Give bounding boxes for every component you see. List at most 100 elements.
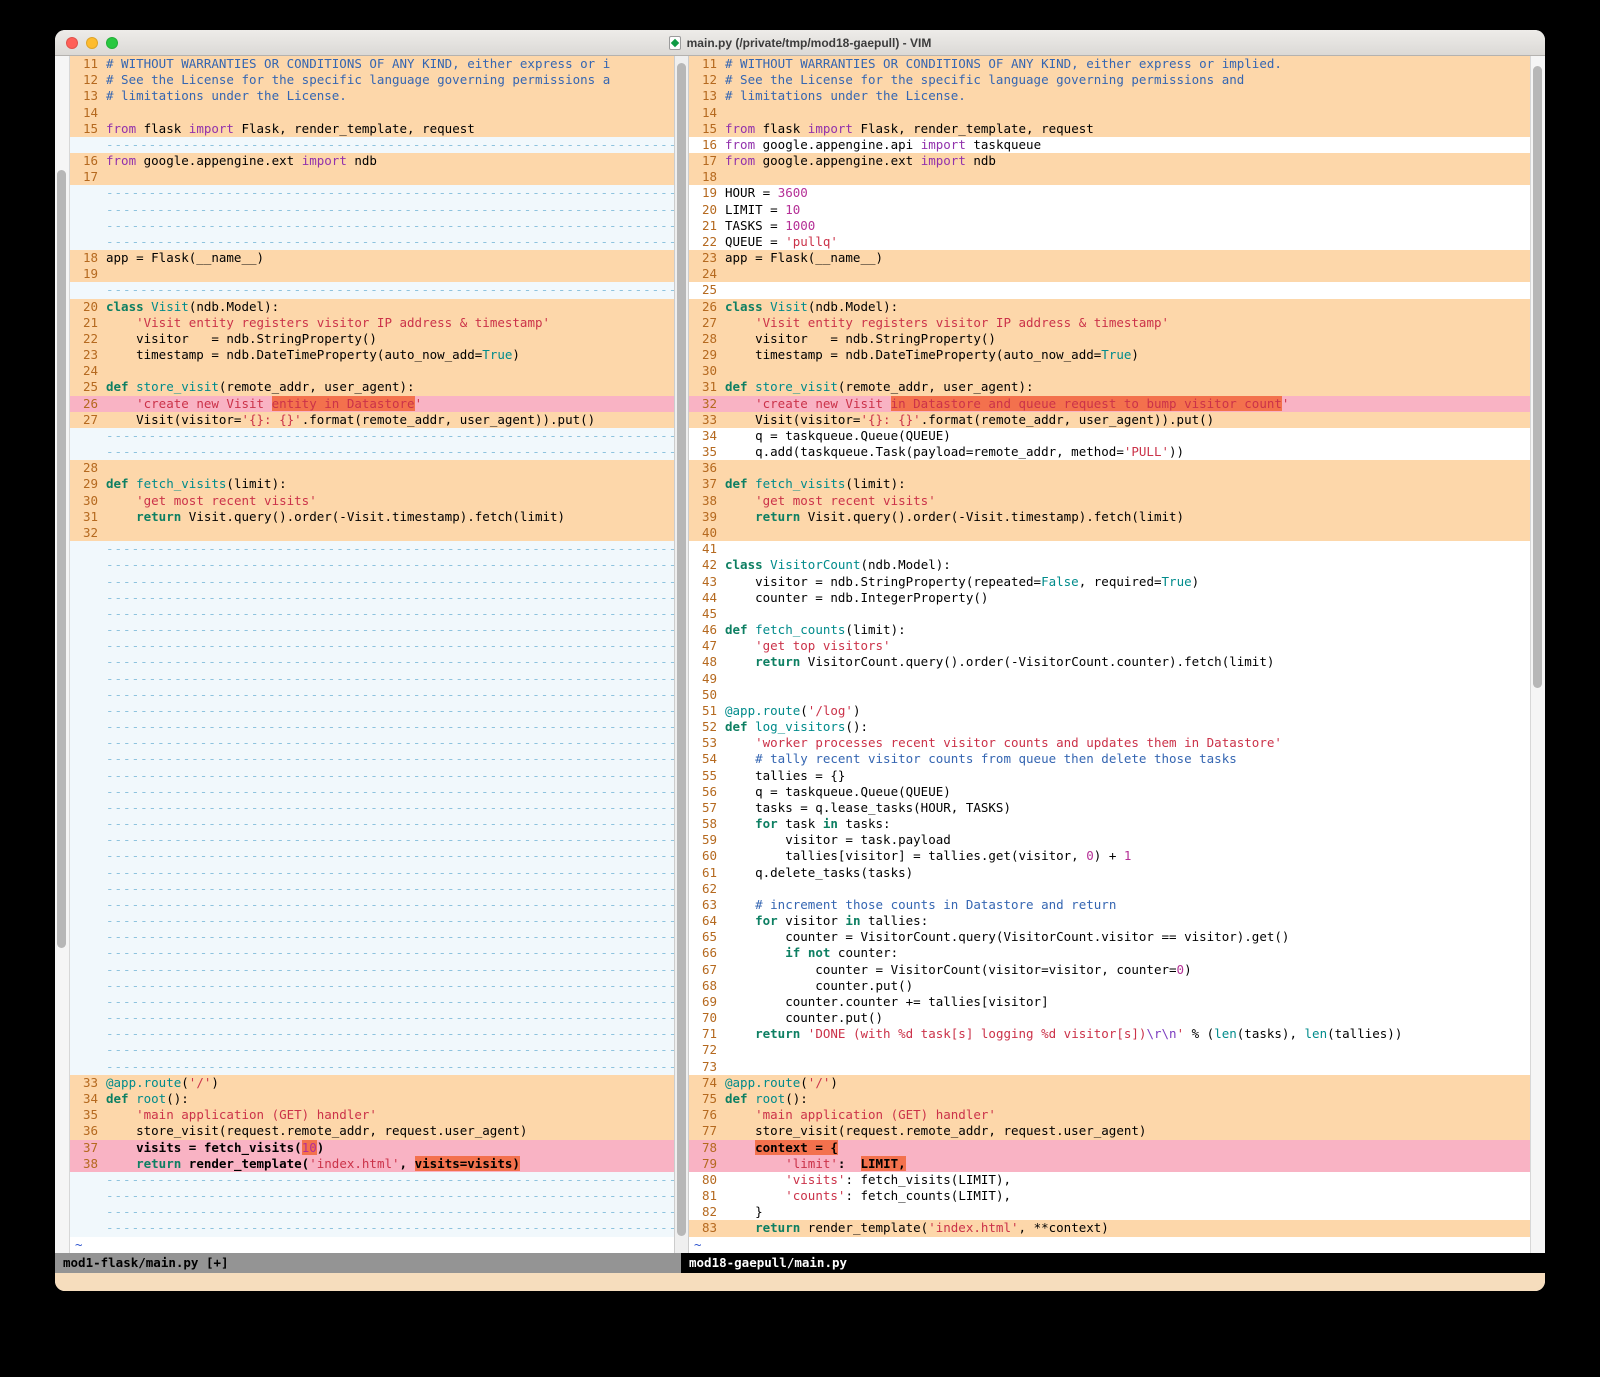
right-pane-scrollbar[interactable] — [1530, 56, 1545, 1253]
line-number — [70, 1010, 106, 1026]
line-number: 55 — [689, 768, 725, 784]
code-line: 31 return Visit.query().order(-Visit.tim… — [70, 509, 674, 525]
diff-filler-row: ----------------------------------------… — [70, 962, 674, 978]
scrollbar-thumb[interactable] — [57, 170, 66, 948]
code-line: 14 — [689, 105, 1530, 121]
line-number: 25 — [70, 379, 106, 395]
line-number: 19 — [70, 266, 106, 282]
diff-filler-row: ----------------------------------------… — [70, 719, 674, 735]
split-divider-scrollbar[interactable] — [674, 56, 689, 1253]
code-line: 50 — [689, 687, 1530, 703]
line-number — [70, 202, 106, 218]
line-number — [70, 784, 106, 800]
code-line: 71 return 'DONE (with %d task[s] logging… — [689, 1026, 1530, 1042]
code-line: 57 tasks = q.lease_tasks(HOUR, TASKS) — [689, 800, 1530, 816]
line-number — [70, 945, 106, 961]
line-number: 36 — [689, 460, 725, 476]
close-button[interactable] — [66, 37, 78, 49]
line-number: 46 — [689, 622, 725, 638]
diff-filler-row: ----------------------------------------… — [70, 606, 674, 622]
line-number: 62 — [689, 881, 725, 897]
document-proxy-icon — [669, 36, 681, 50]
line-number: 72 — [689, 1042, 725, 1058]
line-number — [70, 218, 106, 234]
line-number: 18 — [70, 250, 106, 266]
left-pane-rows[interactable]: 11# WITHOUT WARRANTIES OR CONDITIONS OF … — [70, 56, 674, 1253]
code-line: 75def root(): — [689, 1091, 1530, 1107]
diff-filler-row: ----------------------------------------… — [70, 929, 674, 945]
line-number: 17 — [70, 169, 106, 185]
right-editor-pane[interactable]: 11# WITHOUT WARRANTIES OR CONDITIONS OF … — [689, 56, 1530, 1253]
diff-filler-row: ----------------------------------------… — [70, 865, 674, 881]
zoom-button[interactable] — [106, 37, 118, 49]
line-number — [70, 978, 106, 994]
code-line: 35 q.add(taskqueue.Task(payload=remote_a… — [689, 444, 1530, 460]
code-line: 21TASKS = 1000 — [689, 218, 1530, 234]
diff-filler-row: ----------------------------------------… — [70, 541, 674, 557]
left-editor-pane[interactable]: 11# WITHOUT WARRANTIES OR CONDITIONS OF … — [70, 56, 674, 1253]
code-line: 25def store_visit(remote_addr, user_agen… — [70, 379, 674, 395]
line-number: 78 — [689, 1140, 725, 1156]
diff-filler-row: ----------------------------------------… — [70, 1204, 674, 1220]
line-number: 81 — [689, 1188, 725, 1204]
code-line: 69 counter.counter += tallies[visitor] — [689, 994, 1530, 1010]
diff-filler-row: ----------------------------------------… — [70, 428, 674, 444]
line-number — [70, 703, 106, 719]
line-number: 39 — [689, 509, 725, 525]
line-number — [70, 574, 106, 590]
scrollbar-thumb[interactable] — [1533, 66, 1542, 688]
code-line: 19 — [70, 266, 674, 282]
line-number: 52 — [689, 719, 725, 735]
diff-filler-row: ----------------------------------------… — [70, 1188, 674, 1204]
code-line: 35 'main application (GET) handler' — [70, 1107, 674, 1123]
left-pane-scrollbar[interactable] — [55, 56, 70, 1253]
statusline-active: mod18-gaepull/main.py — [681, 1253, 1545, 1273]
window-title: main.py (/private/tmp/mod18-gaepull) - V… — [687, 36, 932, 50]
code-line: 81 'counts': fetch_counts(LIMIT), — [689, 1188, 1530, 1204]
diff-filler-row: ----------------------------------------… — [70, 703, 674, 719]
line-number: 80 — [689, 1172, 725, 1188]
line-number — [70, 929, 106, 945]
line-number: 64 — [689, 913, 725, 929]
code-line: 17from google.appengine.ext import ndb — [689, 153, 1530, 169]
line-number: 57 — [689, 800, 725, 816]
code-line: 36 store_visit(request.remote_addr, requ… — [70, 1123, 674, 1139]
line-number: 41 — [689, 541, 725, 557]
line-number: 12 — [70, 72, 106, 88]
code-line: 15from flask import Flask, render_templa… — [70, 121, 674, 137]
code-line: 25 — [689, 282, 1530, 298]
line-number — [70, 881, 106, 897]
code-line: 29 timestamp = ndb.DateTimeProperty(auto… — [689, 347, 1530, 363]
code-line: 73 — [689, 1059, 1530, 1075]
line-number: 49 — [689, 671, 725, 687]
diff-filler-row: ----------------------------------------… — [70, 832, 674, 848]
line-number: 38 — [689, 493, 725, 509]
code-line: 20class Visit(ndb.Model): — [70, 299, 674, 315]
line-number — [70, 832, 106, 848]
code-line: 18 — [689, 169, 1530, 185]
command-line[interactable] — [55, 1273, 1545, 1291]
line-number: 23 — [70, 347, 106, 363]
line-number — [70, 865, 106, 881]
line-number: 47 — [689, 638, 725, 654]
line-number: 15 — [689, 121, 725, 137]
line-number: 34 — [70, 1091, 106, 1107]
line-number: 11 — [689, 56, 725, 72]
line-number: 23 — [689, 250, 725, 266]
diff-filler-row: ----------------------------------------… — [70, 881, 674, 897]
line-number: 21 — [70, 315, 106, 331]
right-pane-rows[interactable]: 11# WITHOUT WARRANTIES OR CONDITIONS OF … — [689, 56, 1530, 1253]
line-number — [70, 687, 106, 703]
line-number: 25 — [689, 282, 725, 298]
line-number: 37 — [689, 476, 725, 492]
line-number: 11 — [70, 56, 106, 72]
code-line: 24 — [70, 363, 674, 379]
diff-filler-row: ----------------------------------------… — [70, 671, 674, 687]
minimize-button[interactable] — [86, 37, 98, 49]
scrollbar-thumb[interactable] — [677, 63, 686, 1236]
code-line: 16from google.appengine.ext import ndb — [70, 153, 674, 169]
line-number: 33 — [70, 1075, 106, 1091]
code-line: 56 q = taskqueue.Queue(QUEUE) — [689, 784, 1530, 800]
line-number: 56 — [689, 784, 725, 800]
code-line: 26class Visit(ndb.Model): — [689, 299, 1530, 315]
